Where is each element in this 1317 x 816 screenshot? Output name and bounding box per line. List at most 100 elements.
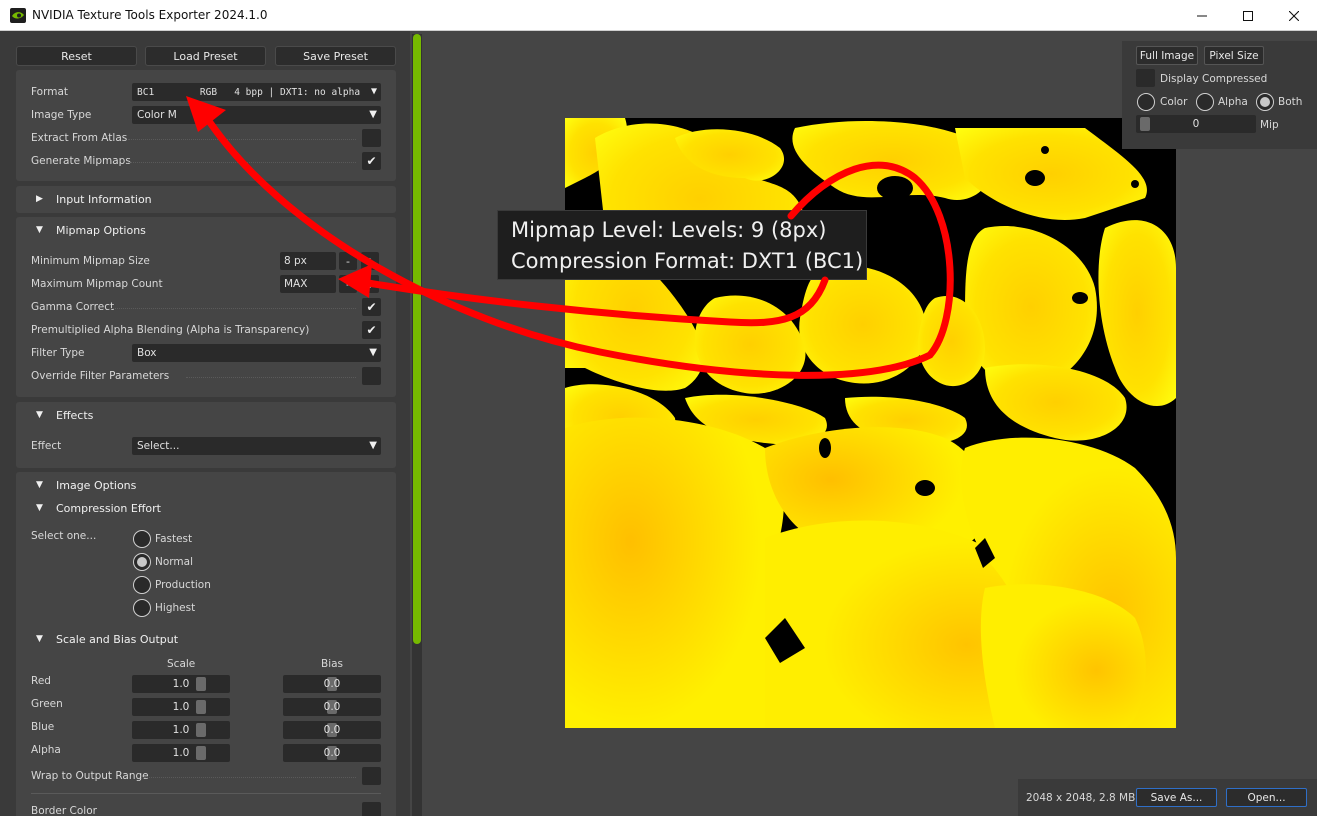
image-options-header[interactable]: Image Options — [56, 479, 136, 492]
generate-mipmaps-label: Generate Mipmaps — [31, 155, 131, 167]
load-preset-button[interactable]: Load Preset — [145, 46, 266, 66]
close-button[interactable] — [1271, 0, 1317, 31]
effect-label: Effect — [31, 440, 62, 452]
open-button[interactable]: Open... — [1226, 788, 1307, 807]
channel-label-green: Green — [31, 698, 63, 710]
save-preset-button[interactable]: Save Preset — [275, 46, 396, 66]
image-info-text: 2048 x 2048, 2.8 MB — [1026, 792, 1136, 804]
close-icon — [1289, 10, 1299, 21]
channel-alpha-radio[interactable] — [1196, 93, 1214, 111]
alpha-bias-slider[interactable]: 0.0 — [283, 744, 381, 762]
min-mipmap-size-label: Minimum Mipmap Size — [31, 255, 150, 267]
mipmap-info-tooltip: Mipmap Level: Levels: 9 (8px) Compressio… — [497, 210, 867, 280]
channel-color-label: Color — [1160, 96, 1188, 108]
nvidia-logo-icon — [10, 8, 26, 23]
format-section: Format BC1 RGB 4 bpp | DXT1: no alpha ▼ … — [16, 70, 396, 181]
checkmark-icon: ✔ — [366, 154, 377, 168]
wrap-output-range-checkbox[interactable] — [362, 767, 381, 785]
image-type-dropdown[interactable]: Color M ▼ — [132, 106, 381, 124]
effort-highest-label: Highest — [155, 602, 196, 614]
slider-grab-handle[interactable] — [196, 677, 206, 691]
red-scale-slider[interactable]: 1.0 — [132, 675, 230, 693]
channel-color-radio[interactable] — [1137, 93, 1155, 111]
alpha-bias-value: 0.0 — [323, 747, 341, 759]
input-information-section[interactable]: ▶ Input Information — [16, 186, 396, 213]
view-options-panel: Full Image Pixel Size Display Compressed… — [1122, 41, 1317, 149]
effort-highest-radio[interactable] — [133, 599, 151, 617]
green-bias-slider[interactable]: 0.0 — [283, 698, 381, 716]
mip-level-slider[interactable]: 0 — [1136, 115, 1256, 133]
chevron-down-icon: ▼ — [369, 109, 377, 120]
mipmap-options-header[interactable]: Mipmap Options — [56, 224, 146, 237]
slider-grab-handle[interactable] — [196, 700, 206, 714]
chevron-down-icon: ▼ — [370, 86, 377, 97]
settings-scrollbar-thumb[interactable] — [413, 34, 421, 644]
alpha-scale-slider[interactable]: 1.0 — [132, 744, 230, 762]
wrap-output-range-label: Wrap to Output Range — [31, 770, 149, 782]
display-compressed-checkbox[interactable] — [1136, 69, 1155, 87]
effort-production-radio[interactable] — [133, 576, 151, 594]
filter-type-value: Box — [137, 347, 157, 359]
extract-atlas-label: Extract From Atlas — [31, 132, 128, 144]
channel-alpha-label: Alpha — [1218, 96, 1248, 108]
display-compressed-label: Display Compressed — [1160, 73, 1268, 85]
max-mipmap-count-decrement-button[interactable]: - — [339, 275, 357, 293]
maximize-icon — [1243, 10, 1253, 21]
border-color-swatch[interactable] — [362, 802, 381, 816]
max-mipmap-count-label: Maximum Mipmap Count — [31, 278, 163, 290]
collapse-arrow-icon: ▼ — [36, 634, 43, 644]
effort-fastest-label: Fastest — [155, 533, 193, 545]
blue-scale-slider[interactable]: 1.0 — [132, 721, 230, 739]
effect-value: Select... — [137, 440, 180, 452]
channel-label-alpha: Alpha — [31, 744, 61, 756]
premultiplied-alpha-checkbox[interactable]: ✔ — [362, 321, 381, 339]
red-bias-slider[interactable]: 0.0 — [283, 675, 381, 693]
effort-normal-radio[interactable] — [133, 553, 151, 571]
maximize-button[interactable] — [1225, 0, 1271, 31]
green-scale-value: 1.0 — [172, 701, 190, 713]
pixel-size-button[interactable]: Pixel Size — [1204, 46, 1264, 65]
max-mipmap-count-input[interactable]: MAX — [280, 275, 336, 293]
expand-arrow-icon: ▶ — [36, 194, 43, 204]
slider-grab-handle[interactable] — [196, 723, 206, 737]
slider-grab-handle[interactable] — [196, 746, 206, 760]
effect-dropdown[interactable]: Select... ▼ — [132, 437, 381, 455]
checkmark-icon: ✔ — [366, 323, 377, 337]
max-mipmap-count-increment-button[interactable]: + — [361, 275, 379, 293]
blue-bias-slider[interactable]: 0.0 — [283, 721, 381, 739]
filter-type-dropdown[interactable]: Box ▼ — [132, 344, 381, 362]
gamma-correct-label: Gamma Correct — [31, 301, 115, 313]
green-bias-value: 0.0 — [323, 701, 341, 713]
slider-grab-handle[interactable] — [1140, 117, 1150, 131]
red-scale-value: 1.0 — [172, 678, 190, 690]
green-scale-slider[interactable]: 1.0 — [132, 698, 230, 716]
format-value: BC1 RGB 4 bpp | DXT1: no alpha — [137, 86, 361, 98]
generate-mipmaps-checkbox[interactable]: ✔ — [362, 152, 381, 170]
reset-button[interactable]: Reset — [16, 46, 137, 66]
min-mipmap-size-increment-button[interactable]: + — [361, 252, 379, 270]
extract-atlas-checkbox[interactable] — [362, 129, 381, 147]
compression-effort-header[interactable]: Compression Effort — [56, 502, 161, 515]
image-type-value: Color M — [137, 109, 177, 121]
image-type-label: Image Type — [31, 109, 92, 121]
scale-bias-header[interactable]: Scale and Bias Output — [56, 633, 178, 646]
effort-fastest-radio[interactable] — [133, 530, 151, 548]
select-one-label: Select one... — [31, 530, 97, 542]
min-mipmap-size-input[interactable]: 8 px — [280, 252, 336, 270]
override-filter-checkbox[interactable] — [362, 367, 381, 385]
save-as-button[interactable]: Save As... — [1136, 788, 1217, 807]
channel-both-radio[interactable] — [1256, 93, 1274, 111]
row-divider — [128, 139, 356, 140]
format-dropdown[interactable]: BC1 RGB 4 bpp | DXT1: no alpha ▼ — [132, 83, 381, 101]
override-filter-label: Override Filter Parameters — [31, 370, 170, 382]
scale-column-header: Scale — [167, 658, 196, 670]
minimize-button[interactable] — [1179, 0, 1225, 31]
checkmark-icon: ✔ — [366, 300, 377, 314]
full-image-button[interactable]: Full Image — [1136, 46, 1198, 65]
blue-bias-value: 0.0 — [323, 724, 341, 736]
gamma-correct-checkbox[interactable]: ✔ — [362, 298, 381, 316]
effects-header[interactable]: Effects — [56, 409, 93, 422]
min-mipmap-size-decrement-button[interactable]: - — [339, 252, 357, 270]
channel-both-label: Both — [1278, 96, 1303, 108]
image-options-section: ▼ Image Options ▼ Compression Effort Sel… — [16, 472, 396, 816]
